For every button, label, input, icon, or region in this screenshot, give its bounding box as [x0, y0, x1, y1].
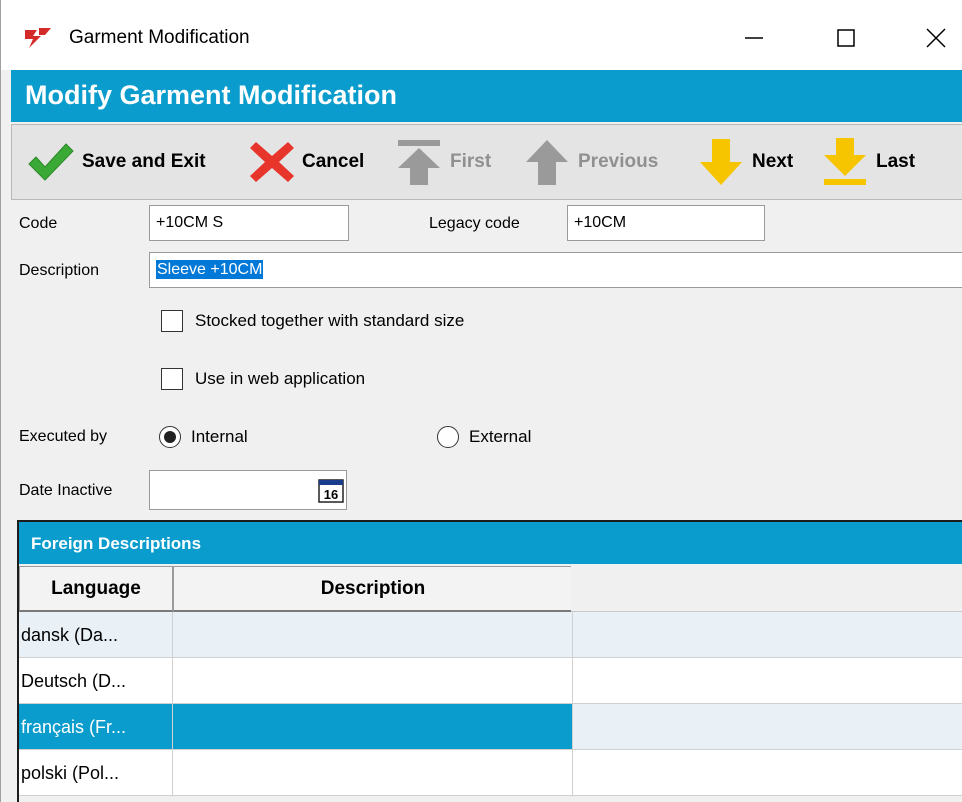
radio-selected-dot — [164, 431, 176, 443]
web-application-checkbox[interactable] — [161, 368, 183, 390]
arrow-up-to-top-icon — [398, 140, 440, 185]
grid-header: Language Description — [19, 566, 962, 612]
table-row[interactable]: Deutsch (D... — [19, 658, 962, 704]
description-input[interactable]: Sleeve +10CM — [149, 252, 962, 288]
window-title: Garment Modification — [69, 27, 250, 48]
row-filler — [573, 612, 962, 658]
stocked-together-label: Stocked together with standard size — [195, 311, 465, 330]
cancel-button[interactable]: Cancel — [250, 125, 364, 199]
calendar-button[interactable]: 16 — [317, 478, 345, 504]
foreign-descriptions-panel: Foreign Descriptions Language Descriptio… — [17, 520, 962, 802]
close-icon — [926, 28, 946, 48]
internal-label: Internal — [191, 427, 248, 446]
code-input[interactable]: +10CM S — [149, 205, 349, 241]
grid-header-filler — [571, 566, 962, 612]
minimize-button[interactable] — [729, 18, 779, 58]
executed-by-label: Executed by — [19, 428, 108, 445]
table-row-selected[interactable]: français (Fr... — [19, 704, 962, 750]
external-label: External — [469, 427, 532, 446]
garment-modification-window: Garment Modification Modify Garment Modi… — [0, 0, 962, 802]
toolbar: Save and Exit Cancel First Previous Next… — [11, 124, 962, 200]
foreign-descriptions-header: Foreign Descriptions — [19, 522, 962, 564]
table-row[interactable]: dansk (Da... — [19, 612, 962, 658]
stocked-together-checkbox[interactable] — [161, 310, 183, 332]
language-cell[interactable]: polski (Pol... — [19, 750, 173, 796]
maximize-button[interactable] — [821, 18, 871, 58]
title-bar: Garment Modification — [1, 0, 962, 70]
arrow-up-icon — [526, 140, 568, 185]
language-cell[interactable]: dansk (Da... — [19, 612, 173, 658]
description-selected-text: Sleeve +10CM — [156, 260, 264, 279]
description-cell[interactable] — [173, 612, 573, 658]
legacy-code-input[interactable]: +10CM — [567, 205, 765, 241]
description-cell[interactable] — [173, 704, 573, 750]
description-cell[interactable] — [173, 750, 573, 796]
column-header-description[interactable]: Description — [173, 566, 573, 612]
row-filler — [573, 750, 962, 796]
web-application-checkbox-row[interactable]: Use in web application — [161, 368, 365, 390]
save-and-exit-button[interactable]: Save and Exit — [26, 125, 206, 199]
language-cell[interactable]: Deutsch (D... — [19, 658, 173, 704]
row-filler — [573, 658, 962, 704]
next-button[interactable]: Next — [698, 125, 793, 199]
language-cell[interactable]: français (Fr... — [19, 704, 173, 750]
arrow-down-to-bottom-icon — [824, 138, 866, 185]
cancel-x-icon — [250, 142, 294, 182]
checkmark-icon — [28, 143, 74, 181]
app-logo-icon — [25, 28, 51, 48]
internal-radio-row[interactable]: Internal — [159, 426, 248, 448]
column-header-language[interactable]: Language — [19, 566, 173, 612]
description-cell[interactable] — [173, 658, 573, 704]
table-row[interactable]: polski (Pol... — [19, 750, 962, 796]
code-label: Code — [19, 215, 58, 232]
stocked-together-checkbox-row[interactable]: Stocked together with standard size — [161, 310, 464, 332]
description-label: Description — [19, 262, 100, 279]
maximize-icon — [837, 29, 855, 47]
external-radio[interactable] — [437, 426, 459, 448]
internal-radio[interactable] — [159, 426, 181, 448]
svg-text:16: 16 — [324, 487, 338, 502]
date-inactive-label: Date Inactive — [19, 482, 113, 499]
arrow-down-icon — [700, 139, 742, 185]
first-button[interactable]: First — [396, 125, 491, 199]
calendar-icon: 16 — [318, 479, 344, 503]
close-button[interactable] — [911, 18, 961, 58]
external-radio-row[interactable]: External — [437, 426, 531, 448]
header-band: Modify Garment Modification — [11, 70, 962, 122]
previous-button[interactable]: Previous — [524, 125, 658, 199]
row-filler — [573, 704, 962, 750]
legacy-code-label: Legacy code — [429, 215, 520, 232]
last-button[interactable]: Last — [822, 125, 915, 199]
page-title: Modify Garment Modification — [25, 80, 398, 110]
foreign-descriptions-title: Foreign Descriptions — [31, 534, 202, 553]
web-application-label: Use in web application — [195, 369, 366, 388]
minimize-icon — [745, 37, 763, 39]
